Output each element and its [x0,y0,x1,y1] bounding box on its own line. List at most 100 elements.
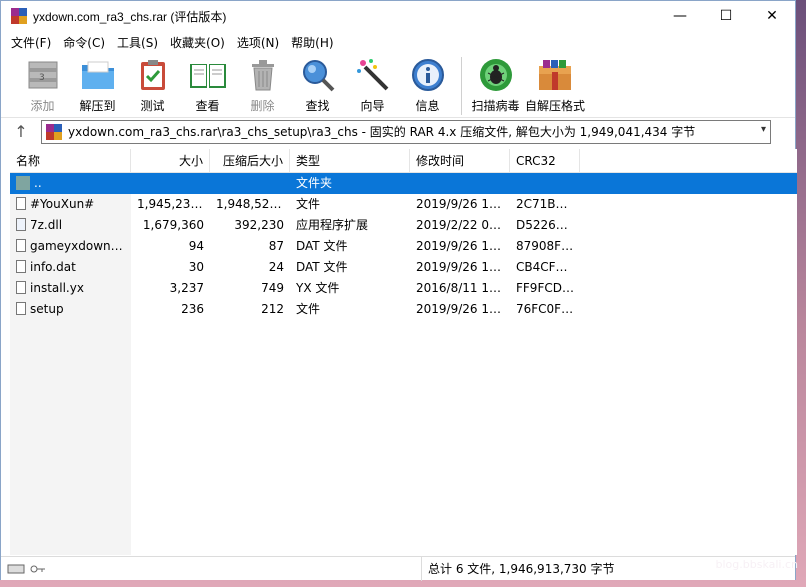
file-size [131,173,210,194]
table-row[interactable]: #YouXun# 1,945,230,... 1,948,524,... 文件 … [10,194,797,215]
svg-text:3: 3 [39,73,45,83]
menu-bar: 文件(F) 命令(C) 工具(S) 收藏夹(O) 选项(N) 帮助(H) [1,31,795,53]
test-label: 测试 [140,99,165,113]
wizard-button[interactable]: 向导 [345,57,400,114]
menu-commands[interactable]: 命令(C) [57,34,111,51]
watermark-text: blog.bbskali.cn [715,558,799,571]
file-name: #YouXun# [30,197,95,211]
add-button[interactable]: 3 添加 [15,57,70,114]
table-row[interactable]: info.dat 30 24 DAT 文件 2019/9/26 16... CB… [10,257,797,278]
find-button[interactable]: 查找 [290,57,345,114]
virus-scan-button[interactable]: 扫描病毒 [468,57,523,114]
file-modified: 2019/9/26 16... [416,239,509,253]
file-packed-size: 87 [268,239,284,253]
col-header-modified[interactable]: 修改时间 [410,148,510,173]
file-icon [16,197,26,210]
file-type: 应用程序扩展 [296,218,369,232]
file-crc: 76FC0FB8 [516,302,577,316]
find-label: 查找 [305,99,330,113]
col-header-crc[interactable]: CRC32 [510,148,580,173]
book-icon [188,57,228,93]
file-packed-size [210,173,290,194]
info-icon [408,57,448,93]
file-packed-size: 24 [268,260,284,274]
file-crc: CB4CF95E [516,260,579,274]
file-packed-size: 749 [261,281,284,295]
info-label: 信息 [415,99,440,113]
file-modified: 2019/9/26 16... [416,302,509,316]
status-bar: 总计 6 文件, 1,946,913,730 字节 [1,556,795,581]
toolbar-separator [461,57,462,115]
file-list: 名称 大小 压缩后大小 类型 修改时间 CRC32 .. 文件夹 #YouXun… [10,148,797,555]
file-name: 7z.dll [30,218,63,232]
col-header-type[interactable]: 类型 [290,148,410,173]
minimize-icon: — [673,8,687,24]
view-button[interactable]: 查看 [180,57,235,114]
file-size: 1,945,230,... [137,197,210,211]
file-type: 文件 [296,302,321,316]
file-size: 94 [188,239,204,253]
file-icon [16,239,26,252]
file-modified: 2019/9/26 16... [416,197,509,211]
file-icon [16,260,26,273]
arrow-up-icon: ↑ [14,122,28,141]
info-button[interactable]: 信息 [400,57,455,114]
test-button[interactable]: 测试 [125,57,180,114]
trash-icon [243,57,283,93]
title-bar: yxdown.com_ra3_chs.rar (评估版本) — ☐ ✕ [1,1,795,31]
file-size: 1,679,360 [142,218,204,232]
col-header-name[interactable]: 名称 [10,148,131,173]
path-text: yxdown.com_ra3_chs.rar\ra3_chs_setup\ra3… [68,125,696,139]
file-name: gameyxdown.... [30,239,126,253]
menu-favorites[interactable]: 收藏夹(O) [164,34,231,51]
wizard-label: 向导 [360,99,385,113]
close-button[interactable]: ✕ [749,1,795,31]
add-label: 添加 [30,99,55,113]
drive-key-icon[interactable] [7,563,47,575]
file-name: setup [30,302,64,316]
chevron-down-icon[interactable]: ▾ [761,124,766,135]
delete-label: 删除 [250,99,275,113]
extract-to-button[interactable]: 解压到 [70,57,125,114]
sfx-button[interactable]: 自解压格式 [523,57,587,114]
table-row[interactable]: install.yx 3,237 749 YX 文件 2016/8/11 12.… [10,278,797,299]
file-type: YX 文件 [296,281,340,295]
file-crc: FF9FCD56 [516,281,578,295]
file-modified: 2019/9/26 16... [416,260,509,274]
table-row[interactable]: gameyxdown.... 94 87 DAT 文件 2019/9/26 16… [10,236,797,257]
col-header-size[interactable]: 大小 [131,148,210,173]
menu-options[interactable]: 选项(N) [231,34,285,51]
menu-tools[interactable]: 工具(S) [111,34,164,51]
path-field[interactable]: yxdown.com_ra3_chs.rar\ra3_chs_setup\ra3… [41,119,771,144]
file-packed-size: 1,948,524,... [216,197,290,211]
menu-help[interactable]: 帮助(H) [285,34,339,51]
virus-scan-label: 扫描病毒 [471,99,520,113]
toolbar: 3 添加 解压到 测试 查看 删除 查找 向导 信息 扫描病毒 自解压格式 [1,53,795,117]
table-row[interactable]: .. 文件夹 [10,173,797,194]
table-row[interactable]: setup 236 212 文件 2019/9/26 16... 76FC0FB… [10,299,797,320]
menu-file[interactable]: 文件(F) [5,34,57,51]
winrar-window: yxdown.com_ra3_chs.rar (评估版本) — ☐ ✕ 文件(F… [0,0,797,581]
table-row[interactable]: 7z.dll 1,679,360 392,230 应用程序扩展 2019/2/2… [10,215,797,236]
path-bar: ↑ yxdown.com_ra3_chs.rar\ra3_chs_setup\r… [1,117,795,145]
status-left [1,563,421,575]
extract-to-label: 解压到 [79,99,116,113]
file-modified: 2019/2/22 0:00 [416,218,509,232]
virus-bug-icon [476,57,516,93]
file-name: info.dat [30,260,76,274]
folder-up-icon [16,176,30,190]
file-modified: 2016/8/11 12... [416,281,509,295]
window-title: yxdown.com_ra3_chs.rar (评估版本) [33,9,227,24]
sfx-package-icon [535,57,575,93]
close-icon: ✕ [766,8,778,24]
file-type: DAT 文件 [296,239,348,253]
add-archive-icon: 3 [23,57,63,93]
delete-button[interactable]: 删除 [235,57,290,114]
minimize-button[interactable]: — [657,1,703,31]
up-folder-button[interactable]: ↑ [1,122,41,141]
col-header-packed[interactable]: 压缩后大小 [210,148,290,173]
maximize-button[interactable]: ☐ [703,1,749,31]
magic-wand-icon [353,57,393,93]
file-type: 文件 [296,197,321,211]
file-crc: 2C71BA... [516,197,575,211]
